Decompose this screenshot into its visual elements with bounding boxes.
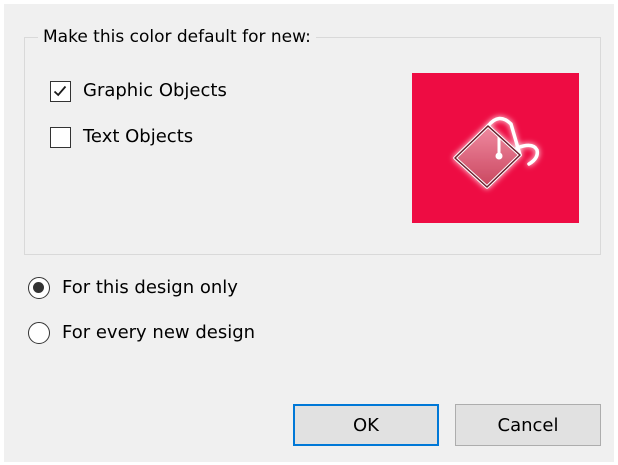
scope-this-design-option[interactable]: For this design only	[28, 277, 238, 299]
graphic-objects-label: Graphic Objects	[83, 80, 227, 101]
scope-every-design-label: For every new design	[62, 322, 256, 343]
scope-every-design-radio[interactable]	[28, 322, 50, 344]
ok-button[interactable]: OK	[293, 404, 439, 446]
text-objects-option[interactable]: Text Objects	[50, 126, 193, 148]
group-label: Make this color default for new:	[38, 27, 316, 47]
checkmark-icon	[53, 85, 67, 96]
text-objects-label: Text Objects	[83, 126, 194, 147]
graphic-objects-checkbox[interactable]	[50, 80, 71, 102]
graphic-objects-option[interactable]: Graphic Objects	[50, 80, 227, 102]
scope-every-design-option[interactable]: For every new design	[28, 322, 255, 344]
text-objects-checkbox[interactable]	[50, 126, 71, 148]
paint-bucket-icon	[452, 116, 539, 189]
scope-this-design-radio[interactable]	[28, 277, 50, 299]
radio-selected-dot	[33, 282, 44, 293]
cancel-button[interactable]: Cancel	[455, 404, 601, 446]
color-preview-swatch	[412, 73, 579, 223]
scope-this-design-label: For this design only	[62, 277, 238, 298]
